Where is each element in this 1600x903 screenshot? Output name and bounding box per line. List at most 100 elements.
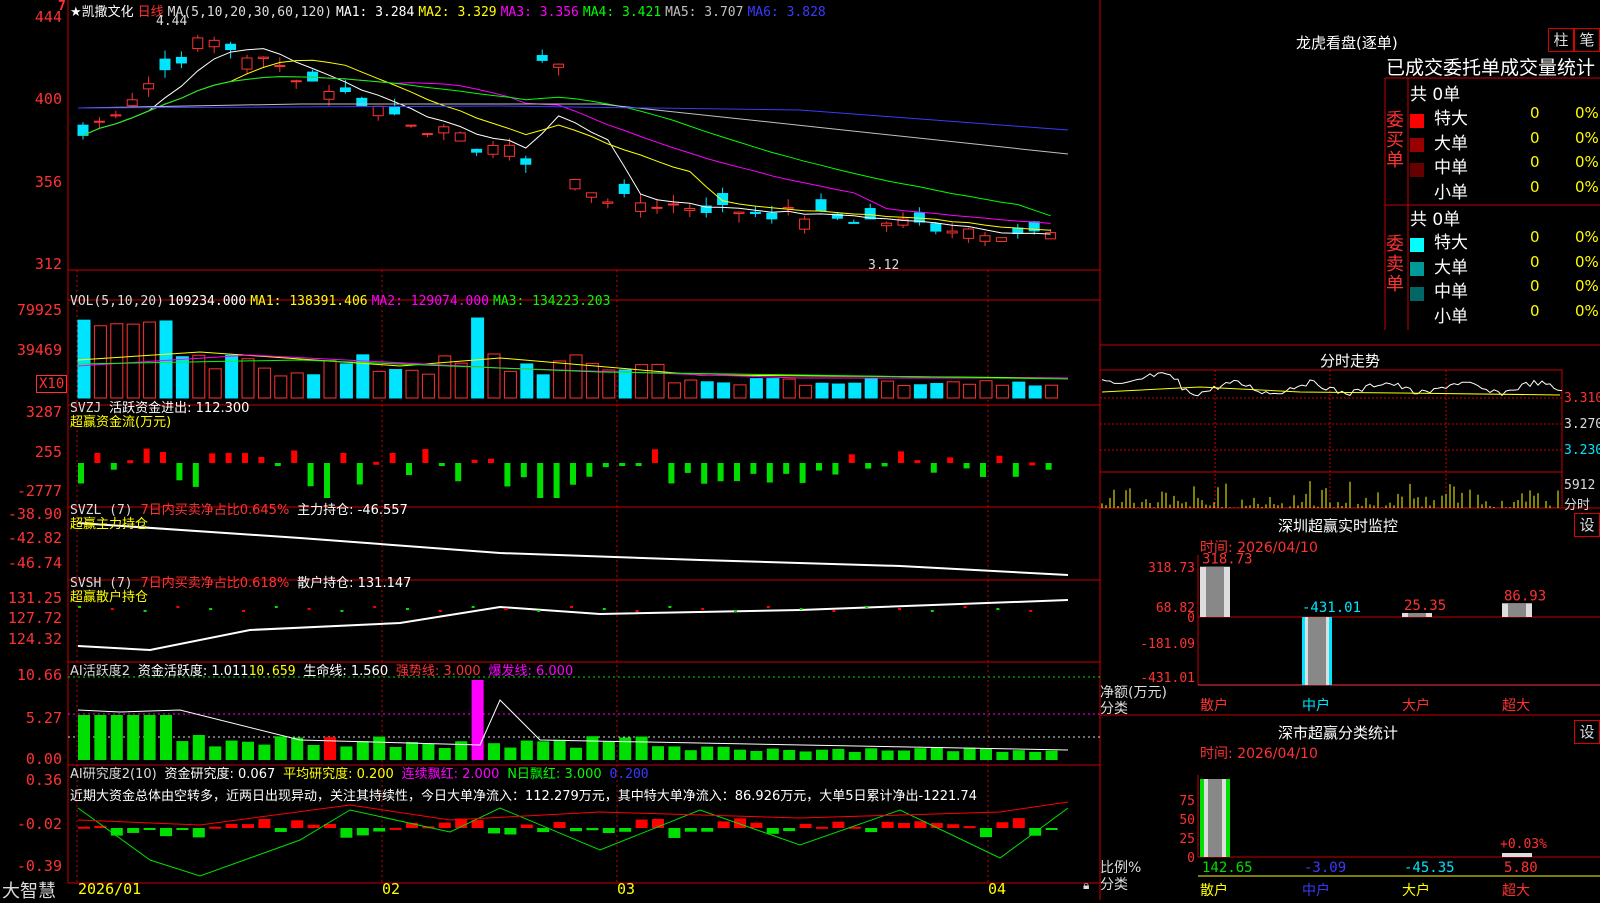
svsh-dot	[406, 608, 409, 610]
tick-mode-button[interactable]: 笔	[1574, 28, 1600, 52]
candle	[307, 69, 319, 82]
candle-body	[1012, 227, 1024, 235]
svzj-bar	[422, 449, 429, 463]
stock-name[interactable]: ★凯撒文化	[70, 5, 134, 20]
svzj-bar	[553, 463, 560, 498]
svzj-bar	[881, 463, 888, 467]
sc-cat-label: 分类	[1100, 877, 1128, 893]
svsh-dot	[602, 608, 606, 610]
ai2-bar	[110, 828, 123, 836]
svzl-subtitle: 超赢主力持仓	[70, 517, 149, 532]
candle-body	[274, 65, 286, 68]
ai2-avg: 平均研究度: 0.200	[283, 767, 394, 782]
svzj-bar	[225, 453, 232, 463]
order-pct: 0%	[1575, 177, 1599, 196]
candle-body	[471, 148, 483, 153]
sz-cat-label: 中户	[1302, 697, 1330, 714]
ai1-bar	[996, 751, 1009, 760]
sz-value-label: -431.01	[1302, 600, 1361, 616]
svzl-y-2: -42.82	[7, 529, 62, 547]
ai1-bar	[143, 715, 156, 760]
svzj-bar	[520, 463, 527, 478]
candle-body	[749, 211, 761, 214]
candle-body	[684, 208, 696, 211]
svzj-bar	[684, 463, 691, 473]
sc-bar-edge	[1226, 779, 1230, 857]
y-label-444: 444	[34, 8, 62, 26]
ai1-bar	[668, 746, 681, 760]
ma2-value: MA2: 3.329	[418, 5, 497, 20]
vol-y-2: 39469	[16, 341, 62, 359]
ai1-bar	[176, 741, 189, 760]
ai1-bar	[504, 747, 517, 760]
ai1-bar	[127, 715, 140, 760]
candle	[454, 131, 466, 142]
minute-vol-label: 分时	[1564, 498, 1591, 513]
svsh-dot	[78, 606, 81, 608]
sz-cat-label: 超大	[1502, 698, 1530, 714]
ai1-bar	[701, 746, 714, 760]
candle-body	[487, 144, 499, 155]
ai2-bar	[881, 821, 894, 828]
candle-body	[881, 222, 893, 227]
vol-bar	[749, 378, 763, 399]
order-row-1: 大单 0 0%	[1410, 253, 1600, 278]
sz-settings-button[interactable]: 设	[1574, 513, 1600, 537]
minute-title[interactable]: 分时走势	[1320, 350, 1380, 371]
candle	[274, 57, 286, 73]
candle-body	[667, 203, 679, 206]
ai2-title: AI研究度2(10)	[70, 767, 157, 782]
vol-bar	[930, 383, 944, 399]
ai2-bar	[586, 828, 599, 831]
candle-body	[143, 83, 155, 90]
candle	[651, 198, 663, 214]
minute-y-3: 3.230	[1564, 443, 1600, 458]
ma6-line	[77, 105, 1069, 131]
ai2-y-1: 0.36	[25, 771, 62, 789]
svzj-bar	[110, 463, 117, 470]
ai1-bar	[619, 737, 632, 760]
candle	[815, 193, 827, 213]
vol-bar	[1045, 384, 1059, 399]
bar-mode-button[interactable]: 柱	[1548, 28, 1574, 52]
ai1-bar	[537, 741, 550, 760]
ma5-value: MA5: 3.707	[665, 5, 744, 20]
candle	[110, 110, 122, 119]
candle-body	[799, 218, 811, 230]
order-type-label: 特大	[1434, 233, 1468, 253]
sz-y-label: 0	[1187, 611, 1195, 626]
svsh-dot	[340, 610, 344, 612]
svzj-bar	[127, 460, 134, 464]
vol-bar	[848, 382, 862, 399]
ai2-bar	[668, 828, 681, 838]
order-pct: 0%	[1575, 228, 1599, 246]
vol-bar	[421, 373, 435, 399]
ai2-bar	[143, 828, 156, 830]
lock-icon[interactable]: 🔒︎	[1083, 878, 1089, 893]
sz-value-label: 25.35	[1404, 598, 1446, 614]
svzj-bar	[635, 463, 642, 466]
candle	[881, 221, 893, 232]
svzj-bar	[1029, 462, 1036, 466]
ai1-burst: 爆发线: 6.000	[488, 664, 574, 679]
sc-settings-button[interactable]: 设	[1574, 720, 1600, 744]
ai2-bar	[438, 822, 451, 828]
svzj-bar	[570, 463, 576, 485]
ai1-bar	[652, 746, 664, 760]
ai2-bar	[160, 828, 172, 837]
svsh-dot	[274, 606, 278, 608]
ai1-bar	[602, 741, 615, 760]
ai1-bar	[881, 750, 894, 760]
vol-unit[interactable]: X10	[36, 375, 68, 393]
ai1-bar	[422, 743, 435, 760]
svzj-y-2: 255	[34, 443, 62, 461]
svsh-dot	[799, 608, 803, 610]
candle-body	[651, 206, 663, 209]
ai2-bar	[832, 821, 845, 828]
svzj-bar	[783, 463, 790, 474]
ai2-label: 资金研究度: 0.067	[164, 767, 276, 782]
svzj-subtitle: 超赢资金流(万元)	[70, 415, 172, 430]
svsh-dot	[242, 610, 245, 612]
svzj-bar	[898, 451, 904, 463]
vol-y-1: 79925	[16, 301, 62, 319]
